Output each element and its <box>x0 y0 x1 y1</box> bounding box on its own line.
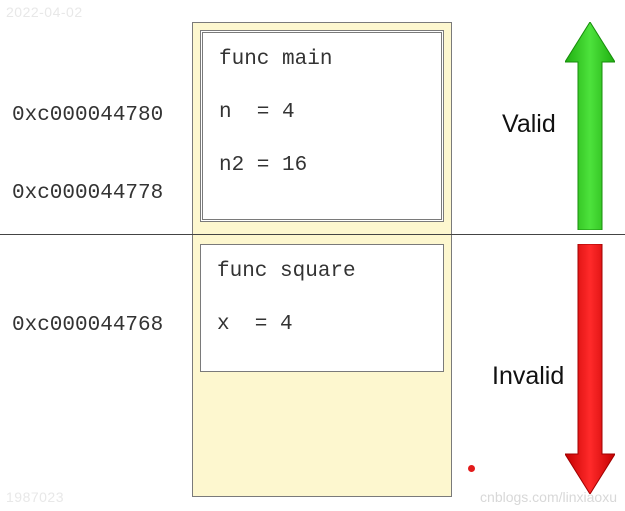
label-valid: Valid <box>502 110 556 139</box>
diagram-canvas: 2022-04-02 1987023 cnblogs.com/linxiaoxu… <box>0 0 625 511</box>
arrow-up-icon <box>565 22 615 230</box>
watermark-id: 1987023 <box>6 489 64 505</box>
red-dot <box>468 465 475 472</box>
var-n2: n2 = 16 <box>219 153 425 178</box>
stack-frame-main: func main n = 4 n2 = 16 <box>200 30 444 222</box>
label-invalid: Invalid <box>492 362 564 391</box>
arrow-down-icon <box>565 244 615 494</box>
address-n2: 0xc000044778 <box>12 182 163 205</box>
watermark-date: 2022-04-02 <box>6 4 83 20</box>
stack-frame-square: func square x = 4 <box>200 244 444 372</box>
address-x: 0xc000044768 <box>12 314 163 337</box>
frame-title: func square <box>217 259 427 284</box>
valid-invalid-divider <box>0 234 625 235</box>
frame-title: func main <box>219 47 425 72</box>
address-n: 0xc000044780 <box>12 104 163 127</box>
var-n: n = 4 <box>219 100 425 125</box>
var-x: x = 4 <box>217 312 427 337</box>
